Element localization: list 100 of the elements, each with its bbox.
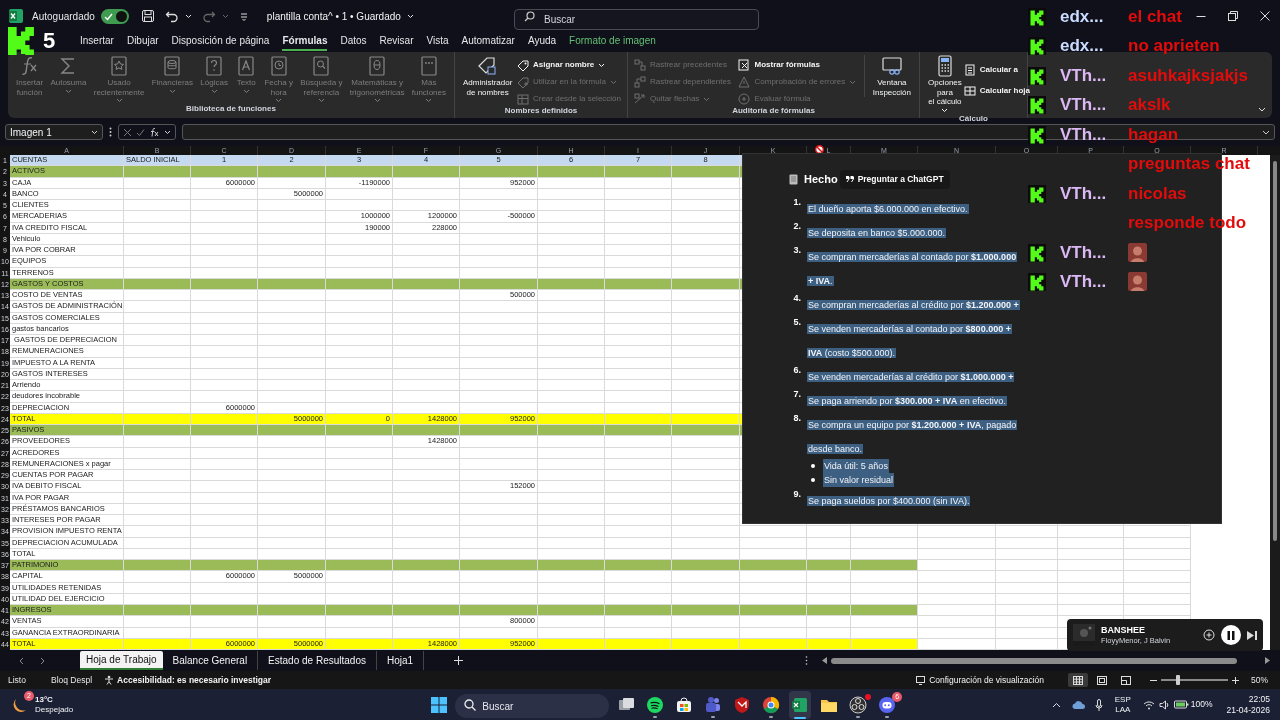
overlay-counter: 5 xyxy=(43,29,56,53)
add-sheet-icon[interactable] xyxy=(454,656,464,665)
view-button[interactable] xyxy=(1068,673,1088,687)
more-options-icon[interactable] xyxy=(109,127,112,137)
caret-icon xyxy=(221,13,229,19)
input-language-button[interactable]: ESP LAA xyxy=(1114,694,1131,715)
next-track-icon[interactable] xyxy=(1247,630,1257,640)
play-pause-button[interactable] xyxy=(1221,625,1241,645)
redo-icon xyxy=(201,9,216,23)
name-box[interactable]: Imagen 1 xyxy=(5,124,103,140)
list-number: 7. xyxy=(792,387,801,401)
add-icon[interactable] xyxy=(1203,629,1215,641)
list-item-text: Vida útil: 5 años xyxy=(823,458,889,473)
chat-username: VTh... xyxy=(1060,65,1108,86)
chat-username: edx... xyxy=(1060,36,1105,57)
menu-tab[interactable]: Datos xyxy=(340,33,367,51)
formula-tag-icon xyxy=(516,76,529,88)
trace-arrow-icon xyxy=(634,59,646,71)
start-icon[interactable] xyxy=(431,696,448,713)
accessibility-icon[interactable] xyxy=(104,675,115,685)
expand-icon[interactable] xyxy=(1262,129,1270,135)
menu-tab[interactable]: Formato de imagen xyxy=(569,33,656,51)
eraser-arrow-icon xyxy=(634,93,646,105)
chat-username: VTh... xyxy=(1060,242,1108,263)
accessibility-status[interactable]: Accesibilidad: es necesario investigar xyxy=(117,673,272,687)
ribbon-button[interactable]: Asignar nombre xyxy=(516,59,621,71)
microphone-icon[interactable] xyxy=(1094,698,1103,711)
sheet-tab[interactable]: Hoja1 xyxy=(376,651,425,670)
display-settings-button[interactable]: Configuración de visualización xyxy=(916,673,1044,687)
list-number: 1. xyxy=(792,195,801,209)
menu-tab[interactable]: Insertar xyxy=(80,33,114,51)
restore-icon[interactable] xyxy=(1228,11,1238,21)
zoom-in-icon[interactable] xyxy=(1232,676,1239,684)
wifi-icon[interactable] xyxy=(1142,699,1155,710)
list-item-text: Se paga arriendo por $300.000 + IVA en efectivo. xyxy=(807,395,1007,406)
previous-sheet-icon[interactable] xyxy=(18,656,24,665)
ribbon-button[interactable]: Mostrar fórmulas xyxy=(738,59,857,71)
cancel-icon[interactable] xyxy=(123,127,132,137)
chat-username: VTh... xyxy=(1060,272,1108,293)
display-settings-icon xyxy=(916,675,927,685)
taskbar-app-button[interactable] xyxy=(789,690,812,719)
status-text: Bloq Despl xyxy=(50,673,93,687)
menu-tab[interactable]: Vista xyxy=(426,33,449,51)
quote-icon xyxy=(845,176,854,183)
bullet-icon xyxy=(811,477,815,482)
ribbon-button[interactable]: Ventana Inspección xyxy=(863,55,913,97)
autosave-label: Autoguardado xyxy=(32,9,95,24)
list-number: 6. xyxy=(792,363,801,377)
close-icon[interactable] xyxy=(1260,11,1270,21)
ribbon-button[interactable]: Opciones para el cálculo xyxy=(926,55,964,113)
chevron-up-icon[interactable] xyxy=(1051,701,1061,708)
undo-icon[interactable] xyxy=(164,9,179,23)
menu-tab[interactable]: Revisar xyxy=(379,33,414,51)
zoom-slider-thumb[interactable] xyxy=(1175,675,1180,685)
status-text: Listo xyxy=(8,673,26,687)
taskbar-search-field[interactable]: Buscar xyxy=(455,694,610,718)
vertical-scrollbar[interactable] xyxy=(1270,155,1280,650)
k-logo-icon xyxy=(1028,96,1046,115)
ribbon-button[interactable]: Calcular hoja xyxy=(963,85,1031,97)
battery-icon[interactable] xyxy=(1173,700,1189,709)
list-item-text: Se paga sueldos por $400.000 (sin IVA). xyxy=(807,495,971,506)
customize-icon[interactable] xyxy=(238,11,249,21)
cloud-icon[interactable] xyxy=(1070,699,1085,710)
collapse-ribbon-icon[interactable] xyxy=(1258,107,1266,112)
enter-icon[interactable] xyxy=(136,127,145,137)
menu-tab[interactable]: Ayuda xyxy=(527,33,557,51)
battery-level: 100% xyxy=(1190,698,1213,711)
sheet-tab[interactable]: Estado de Resultados xyxy=(258,651,377,670)
autosave-toggle[interactable] xyxy=(100,8,129,24)
sheet-tab[interactable]: Balance General xyxy=(162,651,259,670)
group-label: Cálculo xyxy=(958,112,989,125)
clock-button[interactable]: 22:05 21-04-2026 xyxy=(1226,693,1270,716)
menu-tab[interactable]: Disposición de página xyxy=(171,33,270,51)
list-item-text: Se deposita en banco $5.000.000. xyxy=(807,227,947,238)
search-icon xyxy=(464,698,477,711)
zoom-level[interactable]: 50% xyxy=(1251,673,1268,687)
save-icon[interactable] xyxy=(140,9,155,23)
more-options-icon[interactable] xyxy=(805,656,809,665)
horizontal-scrollbar[interactable] xyxy=(822,654,1270,667)
ribbon-button[interactable]: Administrador de nombres xyxy=(461,55,515,97)
check-icon xyxy=(103,11,113,21)
menu-tab[interactable]: Dibujar xyxy=(126,33,159,51)
sheet-tab[interactable]: Hoja de Trabajo xyxy=(80,651,163,670)
store-bag-icon xyxy=(675,695,694,714)
next-sheet-icon[interactable] xyxy=(40,656,46,665)
volume-icon[interactable] xyxy=(1158,699,1170,710)
weather-condition: Despejado xyxy=(35,704,74,715)
warning-icon xyxy=(738,76,751,88)
chat-username: VTh... xyxy=(1060,124,1108,145)
list-number: 9. xyxy=(792,487,801,501)
search-field[interactable]: Buscar xyxy=(514,8,759,30)
ask-chatgpt-button[interactable]: Preguntar a ChatGPT xyxy=(839,170,950,189)
function-icon[interactable] xyxy=(149,126,160,138)
ribbon-button[interactable]: Calcular a xyxy=(963,64,1031,76)
menu-tab[interactable]: Automatizar xyxy=(461,33,515,51)
panel-title: Hecho xyxy=(804,172,838,188)
list-number: 5. xyxy=(792,315,801,329)
chat-app-icon xyxy=(878,695,897,714)
people-app-icon xyxy=(704,695,723,714)
scroll-left-icon xyxy=(822,657,828,664)
